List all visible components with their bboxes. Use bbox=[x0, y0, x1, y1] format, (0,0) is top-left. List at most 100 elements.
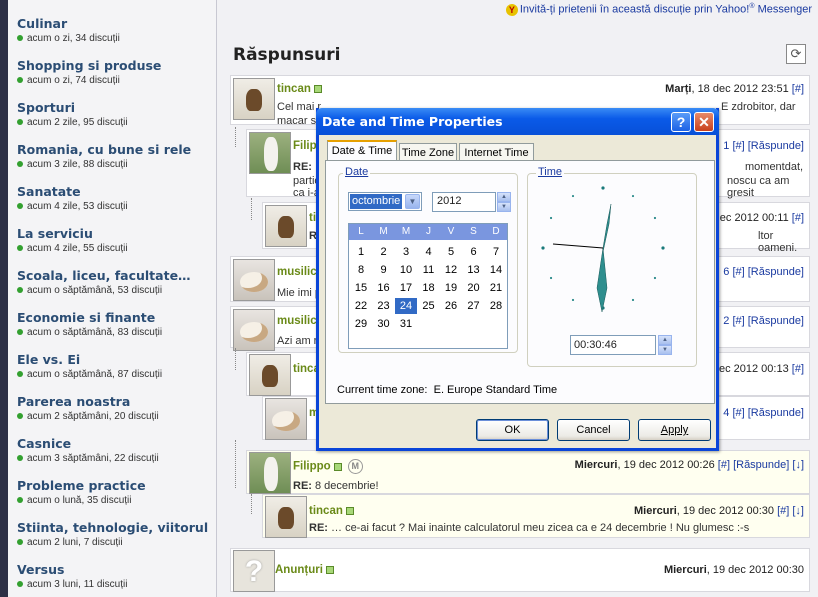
calendar-day[interactable]: 24 bbox=[395, 298, 417, 314]
calendar-day[interactable]: 7 bbox=[485, 244, 507, 260]
sidebar-item-category[interactable]: Stiinta, tehnologie, viitorul acum 2 luni… bbox=[17, 520, 208, 548]
calendar-day[interactable]: 20 bbox=[463, 280, 485, 296]
sidebar-item-category[interactable]: Culinar acum o zi, 34 discuții bbox=[17, 16, 120, 44]
tab-date-time[interactable]: Date & Time bbox=[327, 140, 397, 162]
calendar-day[interactable]: 28 bbox=[485, 298, 507, 314]
time-input[interactable]: 00:30:46 bbox=[570, 335, 656, 355]
sidebar-item-category[interactable]: Scoala, liceu, facultate… acum o săptămân… bbox=[17, 268, 191, 296]
refresh-icon[interactable]: ⟳ bbox=[786, 44, 806, 64]
post-links[interactable]: [#] [↓] bbox=[777, 505, 804, 517]
dialog-titlebar[interactable]: Date and Time Properties ? ✕ bbox=[316, 108, 719, 135]
sidebar-item-category[interactable]: Romania, cu bune si rele acum 3 zile, 88 … bbox=[17, 142, 191, 170]
yahoo-invite-link[interactable]: Y Invită-ți prietenii în această discuție… bbox=[505, 3, 812, 16]
activity-dot-icon bbox=[17, 455, 23, 462]
calendar-day[interactable]: 2 bbox=[373, 244, 395, 260]
year-spin-arrows-icon[interactable]: ▲ ▼ bbox=[497, 192, 511, 212]
post-links[interactable]: 6 [#] [Răspunde] bbox=[723, 266, 804, 278]
calendar-day[interactable]: 14 bbox=[485, 262, 507, 278]
calendar-day[interactable]: 27 bbox=[463, 298, 485, 314]
sidebar-item-category[interactable]: La serviciu acum 4 zile, 55 discuții bbox=[17, 226, 128, 254]
category-title[interactable]: Shopping si produse bbox=[17, 58, 161, 73]
avatar[interactable] bbox=[233, 78, 275, 120]
post-links[interactable]: 1 [#] [Răspunde] bbox=[723, 140, 804, 152]
post-links[interactable]: 2 [#] [Răspunde] bbox=[723, 315, 804, 327]
avatar[interactable] bbox=[265, 496, 307, 538]
sidebar-item-category[interactable]: Ele vs. Ei acum o săptămână, 87 discuții bbox=[17, 352, 162, 380]
category-title[interactable]: Stiinta, tehnologie, viitorul bbox=[17, 520, 208, 535]
calendar-day[interactable]: 29 bbox=[350, 316, 372, 332]
cancel-button[interactable]: Cancel bbox=[557, 419, 630, 441]
sidebar-item-category[interactable]: Casnice acum 3 săptămâni, 22 discuții bbox=[17, 436, 159, 464]
ok-button[interactable]: OK bbox=[476, 419, 549, 441]
avatar[interactable] bbox=[249, 132, 291, 174]
username[interactable]: Anunțuri bbox=[275, 564, 334, 576]
username[interactable]: tincan bbox=[309, 505, 354, 517]
sidebar-item-category[interactable]: Probleme practice acum o lună, 35 discuți… bbox=[17, 478, 146, 506]
username[interactable]: musilic bbox=[277, 315, 317, 327]
month-select[interactable]: octombrie ▼ bbox=[348, 192, 422, 211]
username[interactable]: tincan bbox=[277, 83, 322, 95]
category-title[interactable]: Casnice bbox=[17, 436, 159, 451]
calendar-day[interactable]: 25 bbox=[418, 298, 440, 314]
permalink[interactable]: [#] bbox=[792, 363, 804, 375]
calendar-day[interactable]: 16 bbox=[373, 280, 395, 296]
calendar-day[interactable]: 30 bbox=[373, 316, 395, 332]
category-title[interactable]: Culinar bbox=[17, 16, 120, 31]
chevron-down-icon[interactable]: ▼ bbox=[405, 194, 420, 209]
calendar-day[interactable]: 4 bbox=[418, 244, 440, 260]
calendar-day[interactable]: 19 bbox=[440, 280, 462, 296]
username[interactable]: Filippo M bbox=[293, 459, 363, 474]
calendar-day[interactable]: 31 bbox=[395, 316, 417, 332]
year-input[interactable]: 2012 bbox=[432, 192, 496, 212]
page-title: Răspunsuri bbox=[233, 45, 341, 65]
category-title[interactable]: Sanatate bbox=[17, 184, 128, 199]
calendar-day[interactable]: 22 bbox=[350, 298, 372, 314]
calendar-day[interactable]: 3 bbox=[395, 244, 417, 260]
category-title[interactable]: Economie si finante bbox=[17, 310, 162, 325]
calendar-day[interactable]: 11 bbox=[418, 262, 440, 278]
calendar-day[interactable]: 6 bbox=[463, 244, 485, 260]
calendar-day[interactable]: 26 bbox=[440, 298, 462, 314]
avatar[interactable] bbox=[233, 259, 275, 301]
category-title[interactable]: Parerea noastra bbox=[17, 394, 159, 409]
permalink[interactable]: [#] bbox=[792, 83, 804, 95]
apply-button[interactable]: Apply bbox=[638, 419, 711, 441]
sidebar-item-category[interactable]: Shopping si produse acum o zi, 74 discuți… bbox=[17, 58, 161, 86]
calendar-day[interactable]: 23 bbox=[373, 298, 395, 314]
avatar[interactable] bbox=[233, 309, 275, 351]
post-links[interactable]: [#] [Răspunde] [↓] bbox=[718, 459, 804, 471]
calendar-day[interactable]: 17 bbox=[395, 280, 417, 296]
post-links[interactable]: 4 [#] [Răspunde] bbox=[723, 407, 804, 419]
category-title[interactable]: Versus bbox=[17, 562, 127, 577]
category-title[interactable]: Sporturi bbox=[17, 100, 128, 115]
sidebar-item-category[interactable]: Sanatate acum 4 zile, 53 discuții bbox=[17, 184, 128, 212]
calendar-day[interactable]: 5 bbox=[440, 244, 462, 260]
sidebar-item-category[interactable]: Versus acum 3 luni, 11 discuții bbox=[17, 562, 127, 590]
avatar[interactable] bbox=[265, 398, 307, 440]
calendar-day[interactable]: 1 bbox=[350, 244, 372, 260]
avatar[interactable] bbox=[265, 205, 307, 247]
calendar-day[interactable]: 8 bbox=[350, 262, 372, 278]
sidebar-item-category[interactable]: Economie si finante acum o săptămână, 83 … bbox=[17, 310, 162, 338]
username[interactable]: musilic bbox=[277, 266, 317, 278]
avatar[interactable] bbox=[249, 452, 291, 494]
calendar-day[interactable]: 18 bbox=[418, 280, 440, 296]
category-title[interactable]: Romania, cu bune si rele bbox=[17, 142, 191, 157]
category-title[interactable]: La serviciu bbox=[17, 226, 128, 241]
avatar[interactable] bbox=[249, 354, 291, 396]
close-button[interactable]: ✕ bbox=[694, 112, 714, 132]
calendar-day[interactable]: 9 bbox=[373, 262, 395, 278]
sidebar-item-category[interactable]: Sporturi acum 2 zile, 95 discuții bbox=[17, 100, 128, 128]
calendar-day[interactable]: 15 bbox=[350, 280, 372, 296]
category-title[interactable]: Probleme practice bbox=[17, 478, 146, 493]
calendar-day[interactable]: 13 bbox=[463, 262, 485, 278]
help-button[interactable]: ? bbox=[671, 112, 691, 132]
time-spin-arrows-icon[interactable]: ▲ ▼ bbox=[658, 335, 672, 355]
calendar-day[interactable]: 10 bbox=[395, 262, 417, 278]
category-title[interactable]: Ele vs. Ei bbox=[17, 352, 162, 367]
calendar-day[interactable]: 12 bbox=[440, 262, 462, 278]
permalink[interactable]: [#] bbox=[792, 212, 804, 224]
sidebar-item-category[interactable]: Parerea noastra acum 2 săptămâni, 20 disc… bbox=[17, 394, 159, 422]
calendar-day[interactable]: 21 bbox=[485, 280, 507, 296]
category-title[interactable]: Scoala, liceu, facultate… bbox=[17, 268, 191, 283]
